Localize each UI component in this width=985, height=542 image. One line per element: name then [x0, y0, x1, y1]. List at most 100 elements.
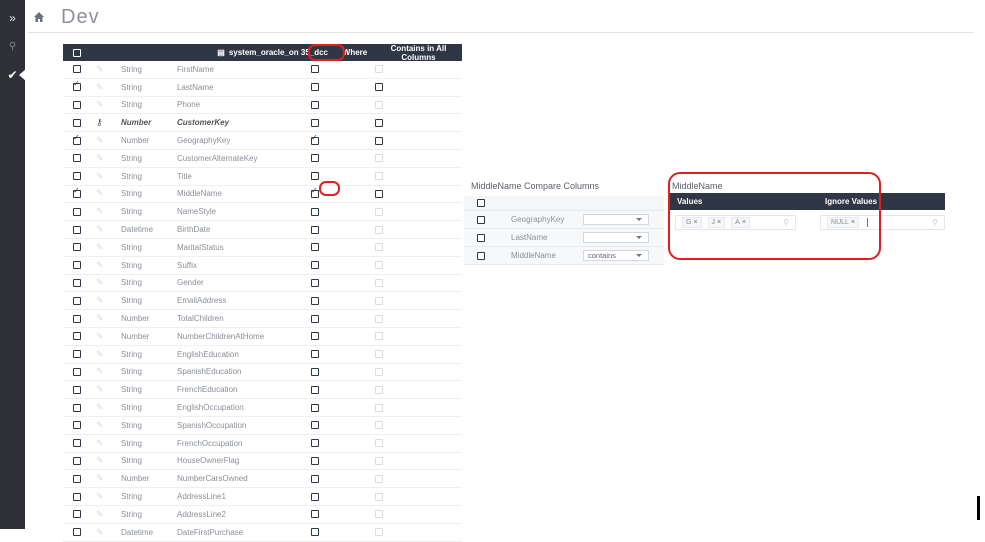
contains-checkbox[interactable]	[374, 350, 383, 359]
where-checkbox[interactable]	[311, 332, 319, 341]
contains-checkbox[interactable]	[374, 65, 383, 74]
column-checkbox[interactable]	[73, 172, 81, 181]
ignore-value-tag[interactable]: NULL ×	[827, 216, 860, 228]
where-checkbox[interactable]	[311, 492, 319, 501]
edit-icon[interactable]: ✎	[96, 384, 121, 395]
edit-icon[interactable]: ✎	[96, 277, 121, 288]
column-checkbox[interactable]	[73, 278, 81, 287]
column-checkbox[interactable]	[73, 439, 81, 448]
contains-checkbox[interactable]	[374, 189, 383, 198]
column-checkbox[interactable]	[73, 100, 81, 109]
where-checkbox[interactable]	[311, 385, 319, 394]
where-checkbox[interactable]	[311, 100, 319, 109]
where-checkbox[interactable]	[311, 261, 319, 270]
column-checkbox[interactable]	[73, 79, 81, 92]
compare-checkbox[interactable]	[477, 233, 485, 242]
edit-icon[interactable]: ✎	[96, 82, 121, 93]
contains-checkbox[interactable]	[374, 332, 383, 341]
column-checkbox[interactable]	[73, 133, 81, 145]
where-checkbox[interactable]	[311, 133, 319, 145]
value-tag[interactable]: A ×	[731, 216, 750, 228]
edit-icon[interactable]: ✎	[96, 331, 121, 342]
where-checkbox[interactable]	[311, 456, 319, 465]
compare-operator-select[interactable]: contains	[583, 250, 649, 261]
edit-icon[interactable]: ✎	[96, 242, 121, 253]
where-checkbox[interactable]	[311, 154, 319, 163]
column-checkbox[interactable]	[73, 367, 81, 376]
edit-icon[interactable]: ✎	[96, 206, 121, 217]
compare-checkbox[interactable]	[477, 251, 485, 260]
contains-checkbox[interactable]	[374, 510, 383, 519]
column-checkbox[interactable]	[73, 403, 81, 412]
edit-icon[interactable]: ✎	[96, 171, 121, 182]
edit-icon[interactable]: ✎	[96, 224, 121, 235]
compare-operator-select[interactable]	[583, 232, 649, 243]
edit-icon[interactable]: ✎	[96, 260, 121, 271]
compare-select-all-checkbox[interactable]	[477, 199, 485, 207]
column-checkbox[interactable]	[73, 261, 81, 270]
edit-icon[interactable]: ✎	[96, 438, 121, 449]
edit-icon[interactable]: ✎	[96, 491, 121, 502]
where-checkbox[interactable]	[311, 314, 319, 323]
contains-checkbox[interactable]	[374, 439, 383, 448]
column-checkbox[interactable]	[73, 243, 81, 252]
where-checkbox[interactable]	[311, 243, 319, 252]
where-checkbox[interactable]	[311, 65, 319, 74]
remove-tag-icon[interactable]: ×	[742, 219, 746, 226]
edit-icon[interactable]: ✎	[96, 99, 121, 110]
compare-checkbox[interactable]	[477, 215, 485, 224]
edit-icon[interactable]: ✎	[96, 509, 121, 520]
select-all-checkbox[interactable]	[73, 48, 81, 57]
where-checkbox[interactable]	[311, 278, 319, 287]
edit-icon[interactable]: ✎	[96, 402, 121, 413]
edit-icon[interactable]: ✎	[96, 153, 121, 164]
column-checkbox[interactable]	[73, 225, 81, 234]
ignore-values-input[interactable]: NULL × ⚲	[820, 214, 945, 230]
contains-checkbox[interactable]	[374, 100, 383, 109]
values-input[interactable]: G × J × A × ⚲	[675, 214, 797, 230]
contains-checkbox[interactable]	[374, 118, 383, 127]
where-checkbox[interactable]	[311, 225, 319, 234]
column-checkbox[interactable]	[73, 332, 81, 341]
contains-checkbox[interactable]	[374, 207, 383, 216]
contains-checkbox[interactable]	[374, 154, 383, 163]
edit-icon[interactable]: ✎	[96, 64, 121, 75]
edit-icon[interactable]: ✎	[96, 366, 121, 377]
contains-checkbox[interactable]	[374, 172, 383, 181]
where-checkbox[interactable]	[311, 367, 319, 376]
home-icon[interactable]	[33, 11, 45, 23]
where-checkbox[interactable]	[311, 207, 319, 216]
edit-icon[interactable]: ✎	[96, 473, 121, 484]
contains-checkbox[interactable]	[374, 261, 383, 270]
where-checkbox[interactable]	[311, 403, 319, 412]
column-checkbox[interactable]	[73, 456, 81, 465]
contains-checkbox[interactable]	[374, 421, 383, 430]
column-checkbox[interactable]	[73, 154, 81, 163]
edit-icon[interactable]: ✎	[96, 455, 121, 466]
search-icon[interactable]: ⚲	[0, 38, 25, 56]
edit-icon[interactable]: ✎	[96, 188, 121, 199]
column-checkbox[interactable]	[73, 314, 81, 323]
column-checkbox[interactable]	[73, 492, 81, 501]
column-checkbox[interactable]	[73, 528, 81, 537]
remove-tag-icon[interactable]: ×	[693, 219, 697, 226]
column-checkbox[interactable]	[73, 385, 81, 394]
contains-checkbox[interactable]	[374, 243, 383, 252]
column-checkbox[interactable]	[73, 296, 81, 305]
contains-checkbox[interactable]	[374, 83, 383, 92]
contains-checkbox[interactable]	[374, 314, 383, 323]
column-checkbox[interactable]	[73, 186, 81, 198]
contains-checkbox[interactable]	[374, 385, 383, 394]
contains-checkbox[interactable]	[374, 456, 383, 465]
where-checkbox[interactable]	[311, 350, 319, 359]
remove-tag-icon[interactable]: ×	[717, 219, 721, 226]
column-checkbox[interactable]	[73, 65, 81, 74]
contains-checkbox[interactable]	[374, 474, 383, 483]
column-checkbox[interactable]	[73, 350, 81, 359]
where-checkbox[interactable]	[311, 421, 319, 430]
value-tag[interactable]: G ×	[682, 216, 702, 228]
contains-checkbox[interactable]	[374, 367, 383, 376]
where-checkbox[interactable]	[311, 118, 319, 127]
edit-icon[interactable]: ✎	[96, 527, 121, 538]
contains-checkbox[interactable]	[374, 296, 383, 305]
